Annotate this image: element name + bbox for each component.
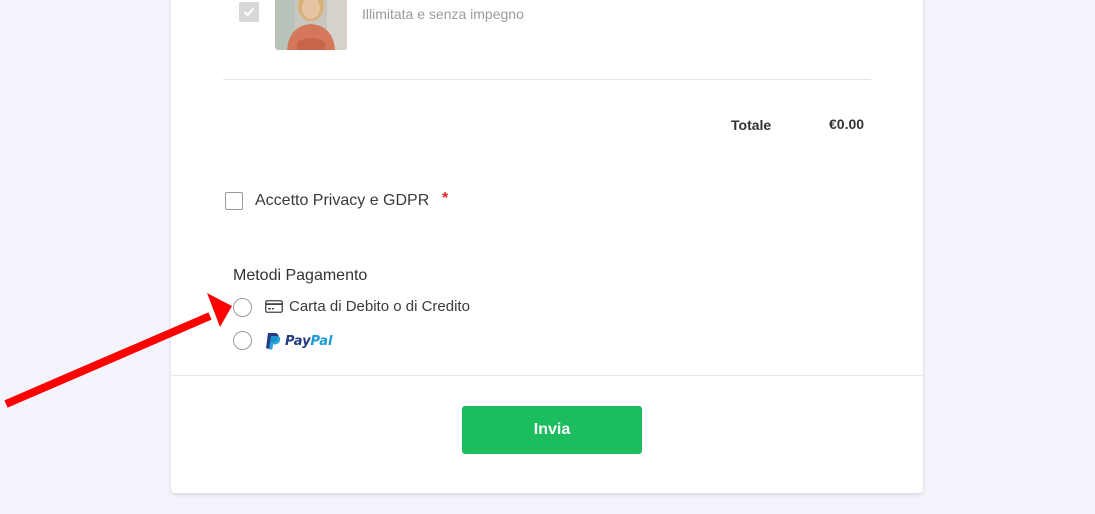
paypal-logo-icon: [266, 333, 281, 350]
credit-card-label[interactable]: Carta di Debito o di Credito: [289, 298, 470, 315]
total-value: €0.00: [829, 116, 865, 132]
credit-card-icon: [265, 300, 283, 313]
product-description: Illimitata e senza impegno: [362, 6, 524, 22]
footer-divider: [171, 375, 923, 376]
required-marker: *: [442, 190, 449, 207]
checkmark-icon: [243, 7, 255, 17]
divider: [223, 79, 871, 80]
payment-methods-title: Metodi Pagamento: [233, 267, 368, 284]
radio-paypal[interactable]: [233, 331, 252, 350]
privacy-label[interactable]: Accetto Privacy e GDPR: [255, 192, 429, 210]
product-checkbox[interactable]: [239, 2, 259, 22]
submit-button[interactable]: Invia: [462, 406, 642, 454]
product-image: [275, 0, 347, 50]
total-label: Totale: [731, 117, 772, 133]
paypal-option[interactable]: PayPal: [265, 331, 332, 351]
paypal-wordmark: PayPal: [285, 333, 333, 349]
privacy-checkbox[interactable]: [225, 192, 243, 210]
radio-credit-card[interactable]: [233, 298, 252, 317]
